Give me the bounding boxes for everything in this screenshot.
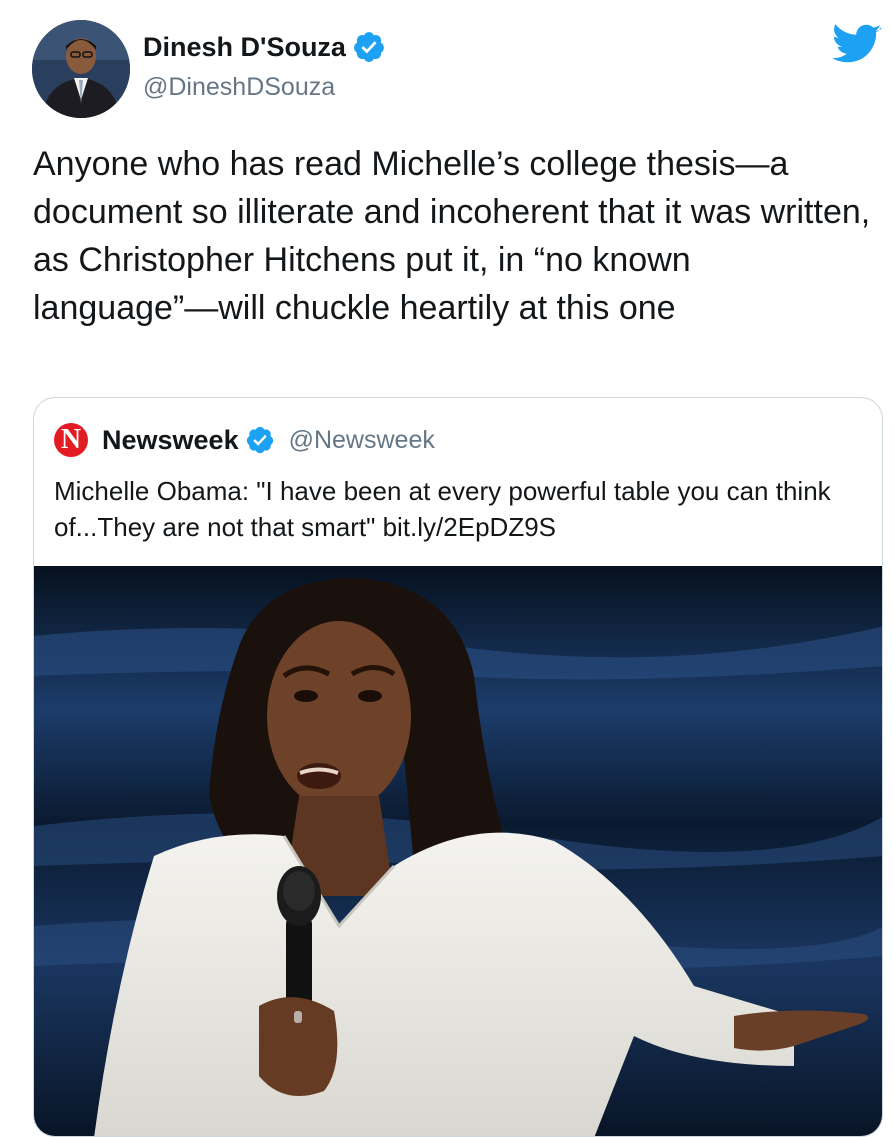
- speaker-photo: [34, 566, 882, 1136]
- quoted-verified-badge-icon: [246, 426, 273, 454]
- tweet-text: Anyone who has read Michelle’s college t…: [33, 145, 871, 327]
- quoted-tweet-header: N Newsweek @Newsweek: [54, 422, 435, 458]
- author-avatar[interactable]: [32, 20, 130, 118]
- quoted-display-name[interactable]: Newsweek: [102, 425, 239, 456]
- avatar-photo: [32, 20, 130, 118]
- author-display-name[interactable]: Dinesh D'Souza: [143, 32, 346, 63]
- newsweek-logo-icon[interactable]: N: [54, 423, 88, 457]
- quoted-tweet-image[interactable]: [34, 566, 882, 1136]
- tweet-card: Dinesh D'Souza @DineshDSouza Anyone who …: [0, 0, 894, 1137]
- quoted-handle[interactable]: @Newsweek: [289, 426, 435, 455]
- verified-badge-icon: [354, 32, 384, 62]
- quoted-tweet-card[interactable]: N Newsweek @Newsweek Michelle Obama: "I …: [33, 397, 883, 1137]
- author-handle[interactable]: @DineshDSouza: [143, 73, 335, 102]
- author-display-name-row[interactable]: Dinesh D'Souza: [143, 30, 386, 64]
- twitter-bird-icon[interactable]: [832, 24, 882, 66]
- quoted-tweet-text: Michelle Obama: "I have been at every po…: [54, 476, 831, 542]
